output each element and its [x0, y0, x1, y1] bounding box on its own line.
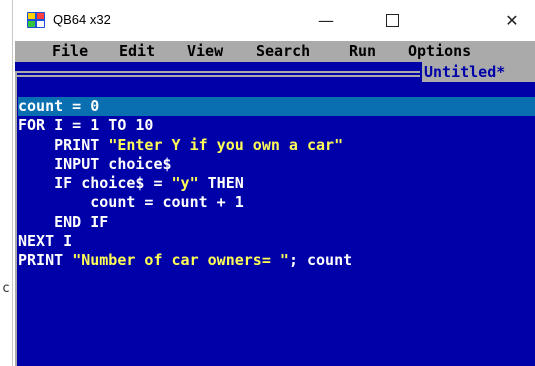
code-line[interactable]: FOR I = 1 TO 10	[18, 116, 535, 135]
qb64-app-icon	[27, 12, 45, 28]
code-text: ; count	[288, 251, 353, 270]
code-text: IF choice$ =	[18, 174, 172, 193]
code-text: PRINT	[18, 135, 109, 154]
menu-edit[interactable]: Edit	[119, 42, 155, 60]
code-line[interactable]: count = 0	[18, 97, 535, 117]
maximize-button[interactable]	[369, 0, 415, 41]
code-text: END IF	[18, 212, 109, 231]
qb64-window: QB64 x32 — ✕ File Edit View Search Run O…	[12, 0, 535, 366]
code-line[interactable]: END IF	[18, 213, 535, 232]
code-line[interactable]: PRINT "Number of car owners= "; count	[18, 251, 535, 270]
code-text: count = 0	[18, 97, 100, 115]
code-editor[interactable]: Untitled* count = 0 FOR I = 1 TO 10 PRINT…	[15, 62, 535, 366]
code-string: "Number of car owners= "	[72, 251, 289, 270]
minimize-button[interactable]: —	[303, 0, 349, 41]
code-line[interactable]: IF choice$ = "y" THEN	[18, 174, 535, 193]
code-text: PRINT	[18, 251, 73, 270]
close-icon: ✕	[505, 11, 519, 30]
code-text: count = count + 1	[18, 193, 244, 212]
file-tab-title[interactable]: Untitled*	[422, 62, 535, 82]
background-strip: c	[0, 0, 12, 366]
code-line[interactable]: PRINT "Enter Y if you own a car"	[18, 136, 535, 155]
code-line[interactable]: count = count + 1	[18, 193, 535, 212]
code-line[interactable]: INPUT choice$	[18, 155, 535, 174]
code-text: FOR I = 1 TO 10	[18, 116, 154, 135]
menu-view[interactable]: View	[187, 42, 223, 60]
minimize-icon: —	[318, 11, 334, 30]
code-string: "Enter Y if you own a car"	[108, 135, 344, 154]
window-title: QB64 x32	[53, 12, 111, 27]
menu-file[interactable]: File	[52, 42, 88, 60]
code-string: "y"	[171, 174, 199, 193]
code-text: THEN	[198, 174, 244, 193]
menu-search[interactable]: Search	[256, 42, 310, 60]
title-bar[interactable]: QB64 x32 — ✕	[13, 0, 535, 41]
qb64-ide: File Edit View Search Run Options Untitl…	[15, 41, 535, 366]
code-line[interactable]: NEXT I	[18, 232, 535, 251]
code-text: INPUT choice$	[18, 154, 172, 173]
code-lines[interactable]: count = 0 FOR I = 1 TO 10 PRINT "Enter Y …	[18, 97, 535, 271]
partial-text: c	[2, 281, 10, 296]
menu-run[interactable]: Run	[349, 42, 376, 60]
editor-frame-top-inner	[15, 75, 420, 77]
close-button[interactable]: ✕	[489, 0, 535, 41]
menu-options[interactable]: Options	[408, 42, 471, 60]
maximize-icon	[385, 14, 399, 27]
code-text: NEXT I	[18, 232, 73, 251]
menu-bar: File Edit View Search Run Options	[15, 41, 535, 62]
